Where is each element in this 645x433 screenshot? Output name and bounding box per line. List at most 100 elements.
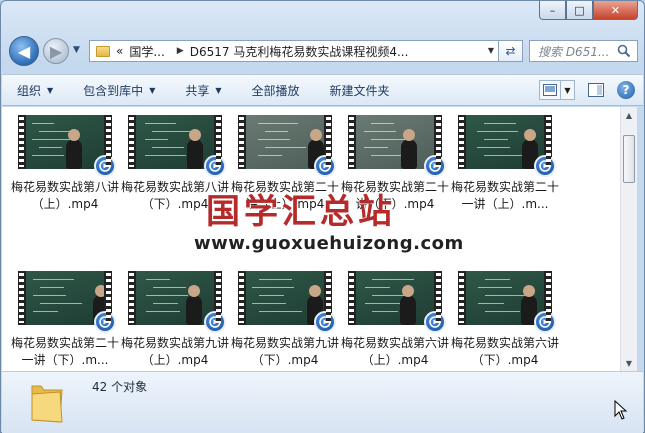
chalk-line [146, 311, 180, 312]
change-view-button[interactable] [539, 80, 561, 100]
media-player-icon [314, 155, 336, 177]
organize-label: 组织 [17, 83, 42, 98]
video-frame [356, 115, 434, 169]
lecturer-figure [66, 129, 82, 169]
media-player-icon [534, 311, 556, 333]
new-folder-button[interactable]: 新建文件夹 [315, 75, 405, 105]
view-options-dropdown[interactable]: ▼ [561, 80, 575, 100]
chalk-line [145, 155, 186, 156]
file-name: 梅花易数实战第八讲（上）.mp4 [11, 180, 120, 211]
preview-pane-button[interactable] [585, 80, 607, 100]
media-player-icon [204, 311, 226, 333]
toolbar-right: ▼ ? [539, 80, 635, 100]
lecturer-figure [186, 285, 202, 325]
watermark-title: 国学汇总站 [206, 192, 396, 232]
chalk-line [477, 147, 510, 148]
folder-icon [96, 45, 110, 57]
address-bar[interactable]: « 国学... ▶ D6517 马克利梅花易数实战课程视频4... ▼ [89, 40, 499, 62]
chalk-line [146, 295, 188, 296]
scroll-down-arrow-icon[interactable]: ▼ [621, 355, 637, 371]
video-thumbnail [458, 271, 556, 333]
organize-menu[interactable]: 组织 ▼ [2, 75, 68, 105]
chalk-line [259, 279, 292, 280]
scrollbar-thumb[interactable] [623, 135, 635, 183]
play-all-label: 全部播放 [251, 83, 300, 98]
video-frame [136, 271, 214, 325]
video-thumbnail [348, 115, 446, 177]
refresh-icon: ⇄ [505, 44, 516, 58]
scroll-up-arrow-icon[interactable]: ▲ [621, 107, 637, 123]
chalk-line [484, 123, 516, 124]
chalk-line [252, 287, 294, 288]
chalk-line [259, 295, 284, 296]
details-pane: 42 个对象 [2, 371, 643, 433]
lecturer-figure [187, 129, 203, 169]
video-frame [26, 115, 104, 169]
media-player-icon [534, 155, 556, 177]
media-player-icon [94, 155, 116, 177]
video-thumbnail [458, 115, 556, 177]
video-frame [26, 271, 104, 325]
search-placeholder: 搜索 D651... [538, 44, 610, 59]
include-in-library-label: 包含到库中 [83, 83, 144, 98]
vertical-scrollbar[interactable]: ▲ ▼ [620, 107, 637, 371]
address-segment-parent[interactable]: 国学... [129, 43, 164, 60]
file-item[interactable]: 梅花易数实战第六讲（下）.mp4 [450, 271, 560, 371]
chalk-line [484, 139, 508, 140]
chalk-line [478, 287, 512, 288]
file-item[interactable]: 梅花易数实战第二十一讲（下）.m... [10, 271, 120, 371]
video-frame [246, 115, 324, 169]
refresh-button[interactable]: ⇄ [499, 40, 523, 62]
address-overflow[interactable]: « [116, 44, 123, 58]
chevron-down-icon: ▼ [215, 85, 222, 95]
play-all-button[interactable]: 全部播放 [237, 75, 315, 105]
chalk-line [365, 287, 390, 288]
recent-pages-dropdown[interactable]: ▼ [73, 45, 80, 55]
video-thumbnail [238, 115, 336, 177]
file-item[interactable]: 梅花易数实战第六讲（上）.mp4 [340, 271, 450, 371]
mouse-cursor-icon [614, 400, 628, 420]
video-thumbnail [18, 271, 116, 333]
minimize-button[interactable]: – [539, 1, 566, 20]
address-segment-current[interactable]: D6517 马克利梅花易数实战课程视频4... [190, 43, 409, 60]
chalk-line [364, 147, 388, 148]
chalk-line [32, 155, 64, 156]
help-button[interactable]: ? [617, 81, 635, 99]
chevron-down-icon[interactable]: ▼ [488, 46, 494, 55]
search-input[interactable]: 搜索 D651... [529, 40, 638, 62]
close-button[interactable]: ✕ [593, 1, 638, 20]
forward-button[interactable]: ▶ [43, 38, 69, 64]
file-name: 梅花易数实战第九讲（下）.mp4 [231, 336, 340, 367]
chalk-line [39, 147, 62, 148]
chalk-line [33, 295, 66, 296]
chalk-line [485, 279, 510, 280]
file-item[interactable]: 梅花易数实战第八讲（上）.mp4 [10, 115, 120, 257]
chalk-line [478, 303, 504, 304]
file-item[interactable]: 梅花易数实战第九讲（上）.mp4 [120, 271, 230, 371]
view-icon [543, 84, 557, 96]
back-button[interactable]: ◀ [9, 36, 39, 66]
explorer-window: – □ ✕ ◀ ▶ ▼ « 国学... ▶ D6517 马克利梅花易数实战课程视… [0, 0, 645, 433]
file-name: 梅花易数实战第二十一讲（下）.m... [11, 336, 120, 367]
file-item[interactable]: 梅花易数实战第九讲（下）.mp4 [230, 271, 340, 371]
chalk-line [258, 123, 298, 124]
share-menu[interactable]: 共享 ▼ [170, 75, 236, 105]
chalk-line [40, 287, 64, 288]
video-thumbnail [128, 115, 226, 177]
chalk-line [372, 311, 398, 312]
chalk-line [40, 303, 82, 304]
chalk-line [265, 147, 306, 148]
chalk-line [371, 123, 394, 124]
help-icon: ? [622, 83, 630, 97]
include-in-library-menu[interactable]: 包含到库中 ▼ [68, 75, 170, 105]
file-item[interactable]: 梅花易数实战第二十一讲（上）.m... [450, 115, 560, 257]
maximize-button[interactable]: □ [566, 1, 593, 20]
media-player-icon [424, 155, 446, 177]
search-icon[interactable] [617, 44, 631, 58]
chalk-line [484, 155, 526, 156]
folder-icon [31, 385, 63, 423]
file-name: 梅花易数实战第六讲（下）.mp4 [451, 336, 560, 367]
chalk-line [252, 303, 286, 304]
chevron-right-icon[interactable]: ▶ [177, 46, 184, 56]
file-name: 梅花易数实战第九讲（上）.mp4 [121, 336, 230, 367]
